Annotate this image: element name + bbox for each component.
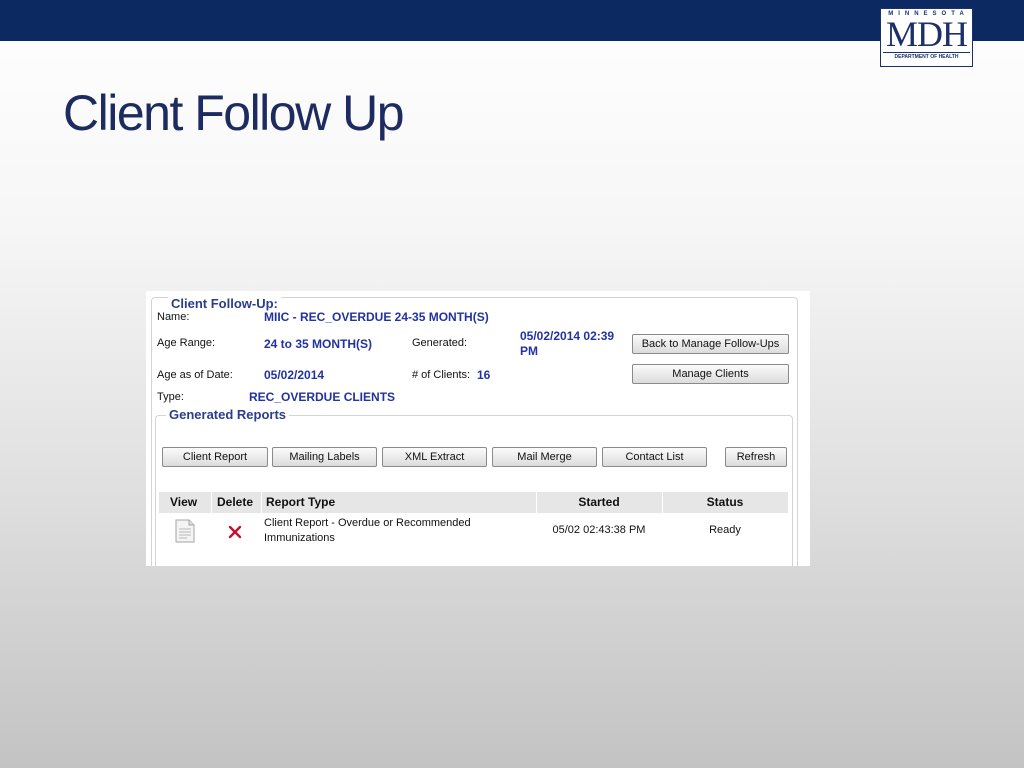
name-value: MIIC - REC_OVERDUE 24-35 MONTH(S) — [264, 310, 489, 324]
refresh-button[interactable]: Refresh — [725, 447, 787, 467]
name-label: Name: — [157, 311, 190, 323]
screenshot-panel: Client Follow-Up: Name: MIIC - REC_OVERD… — [146, 291, 810, 566]
mdh-logo: MINNESOTA MDH DEPARTMENT OF HEALTH — [880, 8, 973, 67]
back-to-manage-follow-ups-button[interactable]: Back to Manage Follow-Ups — [632, 334, 789, 354]
generated-reports-fieldset: Generated Reports — [155, 407, 793, 566]
reports-table-header: View Delete Report Type Started Status — [159, 492, 788, 513]
report-type-cell-line2: Immunizations — [264, 532, 335, 544]
age-as-of-date-value: 05/02/2014 — [264, 368, 325, 382]
status-cell: Ready — [709, 524, 741, 536]
report-type-cell-line1: Client Report - Overdue or Recommended — [264, 517, 471, 529]
column-header-started: Started — [578, 495, 620, 509]
manage-clients-button[interactable]: Manage Clients — [632, 364, 789, 384]
client-follow-up-legend: Client Follow-Up: — [168, 296, 281, 311]
num-clients-value: 16 — [477, 368, 491, 382]
top-header-bar — [0, 0, 1024, 41]
logo-bottom-text: DEPARTMENT OF HEALTH — [883, 52, 970, 60]
type-label: Type: — [157, 391, 184, 403]
xml-extract-button[interactable]: XML Extract — [382, 447, 487, 467]
type-value: REC_OVERDUE CLIENTS — [249, 390, 396, 404]
generated-label: Generated: — [412, 337, 468, 349]
generated-reports-legend: Generated Reports — [166, 407, 290, 422]
contact-list-button[interactable]: Contact List — [602, 447, 707, 467]
mail-merge-button[interactable]: Mail Merge — [492, 447, 597, 467]
age-range-value: 24 to 35 MONTH(S) — [264, 337, 373, 351]
column-header-delete: Delete — [217, 495, 254, 509]
column-header-view: View — [170, 495, 198, 509]
started-cell: 05/02 02:43:38 PM — [552, 524, 646, 536]
num-clients-label: # of Clients: — [412, 369, 471, 381]
column-divider — [261, 492, 262, 513]
age-range-label: Age Range: — [157, 337, 216, 349]
document-icon[interactable] — [175, 519, 195, 548]
slide-title: Client Follow Up — [63, 85, 405, 141]
column-divider — [211, 492, 212, 513]
generated-value-date: 05/02/2014 02:39 — [520, 329, 615, 343]
column-header-status: Status — [706, 495, 744, 509]
generated-value-time: PM — [520, 344, 538, 358]
delete-x-icon[interactable] — [228, 525, 242, 544]
logo-main-text: MDH — [885, 14, 968, 54]
client-report-button[interactable]: Client Report — [162, 447, 268, 467]
column-header-report-type: Report Type — [266, 495, 336, 509]
age-as-of-date-label: Age as of Date: — [157, 369, 233, 381]
mailing-labels-button[interactable]: Mailing Labels — [272, 447, 377, 467]
